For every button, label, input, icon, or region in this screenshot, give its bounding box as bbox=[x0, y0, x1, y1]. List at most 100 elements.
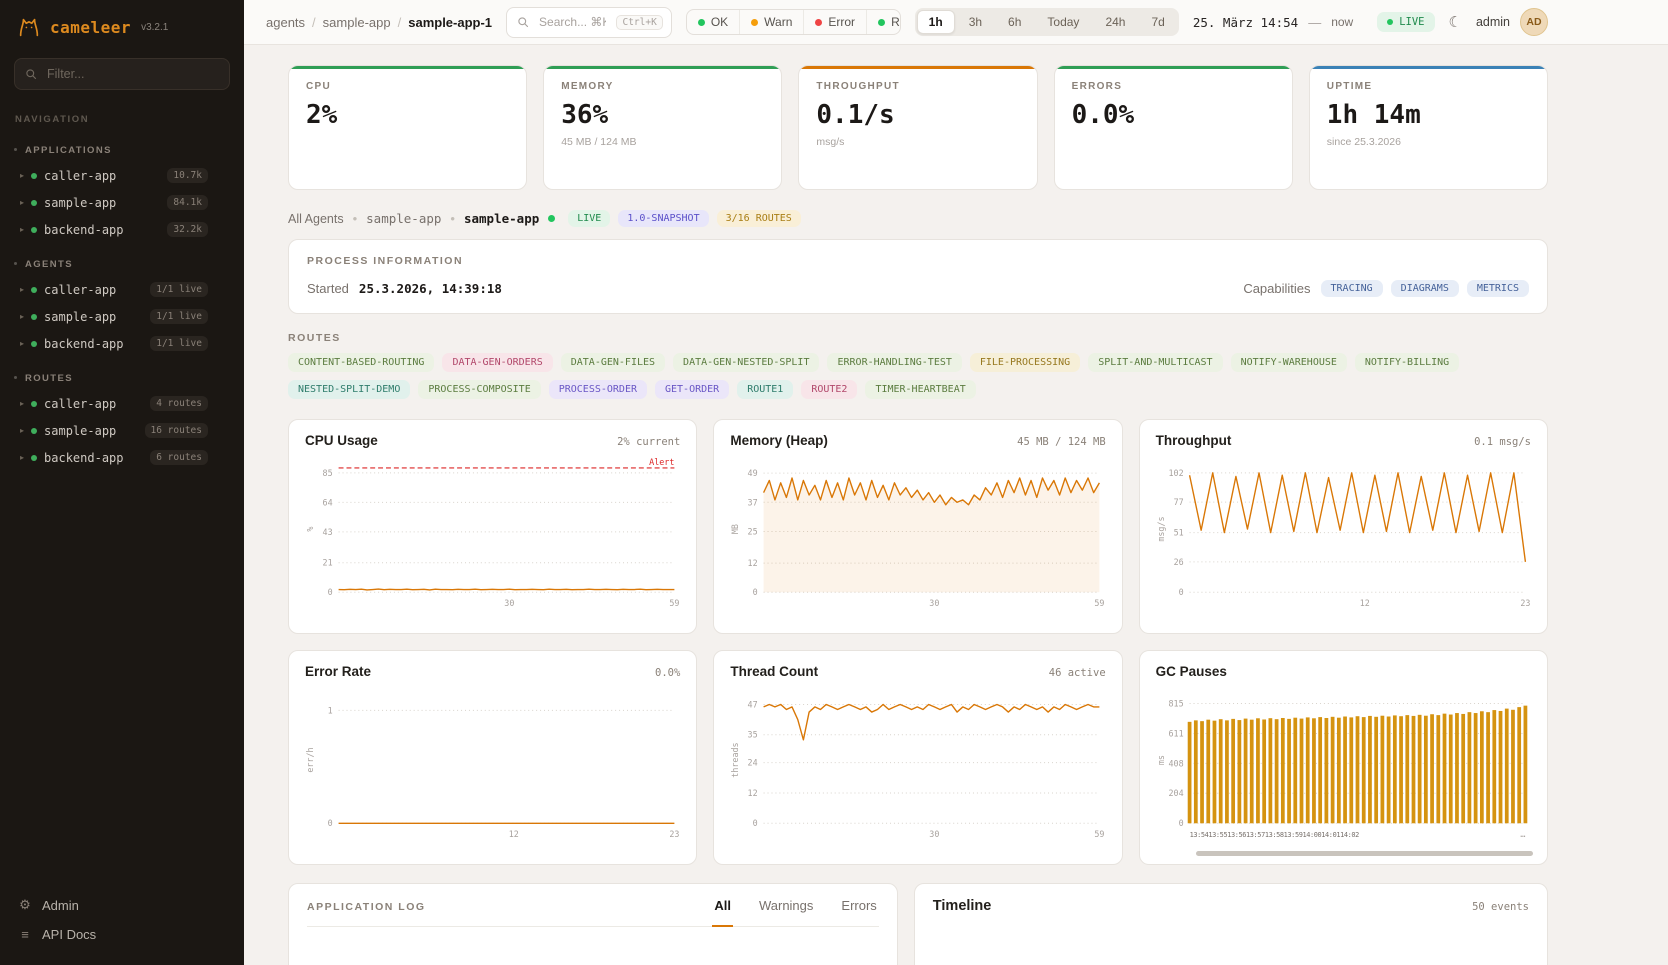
metric-card-uptime: UPTIME1h 14msince 25.3.2026 bbox=[1309, 65, 1548, 190]
route-chip-error-handling-test[interactable]: ERROR-HANDLING-TEST bbox=[827, 353, 961, 372]
filter-input[interactable] bbox=[45, 66, 219, 82]
crumb-separator: • bbox=[450, 211, 455, 226]
status-dot-icon bbox=[31, 227, 37, 233]
agent-instance-name: sample-app bbox=[464, 211, 539, 226]
status-filter-ok[interactable]: OK bbox=[687, 10, 739, 34]
metric-sub bbox=[1072, 136, 1275, 148]
route-chip-get-order[interactable]: GET-ORDER bbox=[655, 380, 729, 399]
metric-value: 1h 14m bbox=[1327, 100, 1530, 130]
sidebar-item-caller-app[interactable]: ▸caller-app4 routes bbox=[0, 390, 244, 417]
breadcrumb-agents[interactable]: agents bbox=[266, 15, 305, 30]
svg-text:0: 0 bbox=[328, 587, 333, 597]
chart-title: Throughput bbox=[1156, 433, 1232, 448]
footer-item-api-docs[interactable]: ≡API Docs bbox=[16, 920, 228, 949]
sidebar-filter[interactable] bbox=[14, 58, 230, 90]
svg-text:msg/s: msg/s bbox=[1156, 516, 1166, 541]
capability-diagrams: DIAGRAMS bbox=[1391, 280, 1459, 297]
search-input[interactable] bbox=[537, 14, 608, 30]
application-log-title: APPLICATION LOG bbox=[307, 901, 426, 926]
metric-card-memory: MEMORY36%45 MB / 124 MB bbox=[543, 65, 782, 190]
metric-label: UPTIME bbox=[1327, 81, 1530, 92]
range-today[interactable]: Today bbox=[1035, 10, 1091, 34]
avatar[interactable]: AD bbox=[1520, 8, 1548, 36]
crumb-separator: • bbox=[353, 211, 358, 226]
search-icon bbox=[517, 16, 529, 28]
route-chip-file-processing[interactable]: FILE-PROCESSING bbox=[970, 353, 1080, 372]
capability-metrics: METRICS bbox=[1467, 280, 1529, 297]
chart-card-throughput: Throughput0.1 msg/s02651771021223msg/s bbox=[1139, 419, 1548, 634]
sidebar-item-backend-app[interactable]: ▸backend-app6 routes bbox=[0, 444, 244, 471]
status-filter-warn[interactable]: Warn bbox=[739, 10, 803, 34]
agent-app-link[interactable]: sample-app bbox=[366, 211, 441, 226]
breadcrumb-sample-app[interactable]: sample-app bbox=[323, 15, 391, 30]
search-box[interactable]: Ctrl+K bbox=[506, 7, 672, 38]
sidebar-item-caller-app[interactable]: ▸caller-app10.7k bbox=[0, 162, 244, 189]
log-tab-all[interactable]: All bbox=[712, 898, 733, 927]
sidebar-item-badge: 4 routes bbox=[150, 396, 208, 411]
route-chip-route2[interactable]: ROUTE2 bbox=[801, 380, 857, 399]
route-chip-route1[interactable]: ROUTE1 bbox=[737, 380, 793, 399]
sidebar-item-label: caller-app bbox=[44, 397, 143, 411]
timeline-panel: Timeline 50 events bbox=[914, 883, 1548, 965]
agent-breadcrumb-row: All Agents • sample-app • sample-app LIV… bbox=[288, 210, 1548, 227]
svg-text:26: 26 bbox=[1173, 557, 1183, 567]
breadcrumb: agents / sample-app / sample-app-1 bbox=[266, 15, 492, 30]
route-chip-notify-billing[interactable]: NOTIFY-BILLING bbox=[1355, 353, 1459, 372]
sidebar-item-sample-app[interactable]: ▸sample-app1/1 live bbox=[0, 303, 244, 330]
route-chip-split-and-multicast[interactable]: SPLIT-AND-MULTICAST bbox=[1088, 353, 1222, 372]
metric-value: 36% bbox=[561, 100, 764, 130]
sidebar-item-caller-app[interactable]: ▸caller-app1/1 live bbox=[0, 276, 244, 303]
datetime[interactable]: 25. März 14:54 bbox=[1193, 15, 1298, 30]
range-1h[interactable]: 1h bbox=[917, 10, 955, 34]
svg-text:30: 30 bbox=[930, 829, 940, 839]
route-chip-process-composite[interactable]: PROCESS-COMPOSITE bbox=[418, 380, 540, 399]
sidebar-item-badge: 6 routes bbox=[150, 450, 208, 465]
chart-card-gc: GC Pauses020440861181513:5413:5513:5613:… bbox=[1139, 650, 1548, 865]
route-chip-data-gen-orders[interactable]: DATA-GEN-ORDERS bbox=[442, 353, 552, 372]
sidebar-item-sample-app[interactable]: ▸sample-app16 routes bbox=[0, 417, 244, 444]
route-chip-process-order[interactable]: PROCESS-ORDER bbox=[549, 380, 647, 399]
chart-header: GC Pauses bbox=[1156, 664, 1531, 679]
dark-mode-toggle[interactable]: ☾ bbox=[1445, 11, 1466, 33]
log-tab-warnings[interactable]: Warnings bbox=[757, 898, 815, 927]
status-dot-icon bbox=[751, 19, 758, 26]
range-7d[interactable]: 7d bbox=[1139, 10, 1176, 34]
sidebar-item-label: sample-app bbox=[44, 310, 143, 324]
svg-text:37: 37 bbox=[748, 497, 758, 507]
sidebar-item-backend-app[interactable]: ▸backend-app32.2k bbox=[0, 216, 244, 243]
svg-text:47: 47 bbox=[748, 699, 758, 709]
sidebar-item-backend-app[interactable]: ▸backend-app1/1 live bbox=[0, 330, 244, 357]
all-agents-link[interactable]: All Agents bbox=[288, 212, 344, 226]
status-dot-icon bbox=[31, 200, 37, 206]
range-3h[interactable]: 3h bbox=[957, 10, 994, 34]
sidebar-item-label: backend-app bbox=[44, 337, 143, 351]
routes-title: ROUTES bbox=[288, 332, 1548, 344]
svg-text:err/h: err/h bbox=[305, 747, 315, 772]
route-chip-notify-warehouse[interactable]: NOTIFY-WAREHOUSE bbox=[1231, 353, 1347, 372]
live-indicator[interactable]: LIVE bbox=[1377, 12, 1434, 32]
status-dot-icon bbox=[31, 401, 37, 407]
range-6h[interactable]: 6h bbox=[996, 10, 1033, 34]
chart-title: Memory (Heap) bbox=[730, 433, 828, 448]
logo[interactable]: cameleer v3.2.1 bbox=[0, 0, 244, 50]
footer-item-admin[interactable]: ⚙Admin bbox=[16, 890, 228, 920]
section-dot-icon bbox=[14, 262, 17, 265]
svg-text:85: 85 bbox=[323, 468, 333, 478]
sidebar-item-label: caller-app bbox=[44, 169, 160, 183]
route-chip-data-gen-nested-split[interactable]: DATA-GEN-NESTED-SPLIT bbox=[673, 353, 819, 372]
range-24h[interactable]: 24h bbox=[1093, 10, 1137, 34]
route-chip-timer-heartbeat[interactable]: TIMER-HEARTBEAT bbox=[865, 380, 975, 399]
chart-card-threads: Thread Count46 active0122435473059thread… bbox=[713, 650, 1122, 865]
sidebar-item-badge: 10.7k bbox=[167, 168, 208, 183]
route-chip-data-gen-files[interactable]: DATA-GEN-FILES bbox=[561, 353, 665, 372]
svg-text:23: 23 bbox=[669, 829, 679, 839]
route-chips: CONTENT-BASED-ROUTING DATA-GEN-ORDERS DATA… bbox=[288, 353, 1548, 399]
route-chip-content-based-routing[interactable]: CONTENT-BASED-ROUTING bbox=[288, 353, 434, 372]
status-filter-running[interactable]: Running bbox=[866, 10, 901, 34]
chart-scrollbar[interactable] bbox=[1196, 851, 1533, 856]
sidebar-item-sample-app[interactable]: ▸sample-app84.1k bbox=[0, 189, 244, 216]
status-filter-error[interactable]: Error bbox=[803, 10, 866, 34]
log-tab-errors[interactable]: Errors bbox=[839, 898, 878, 927]
route-chip-nested-split-demo[interactable]: NESTED-SPLIT-DEMO bbox=[288, 380, 410, 399]
datetime-dash: — bbox=[1308, 15, 1321, 30]
